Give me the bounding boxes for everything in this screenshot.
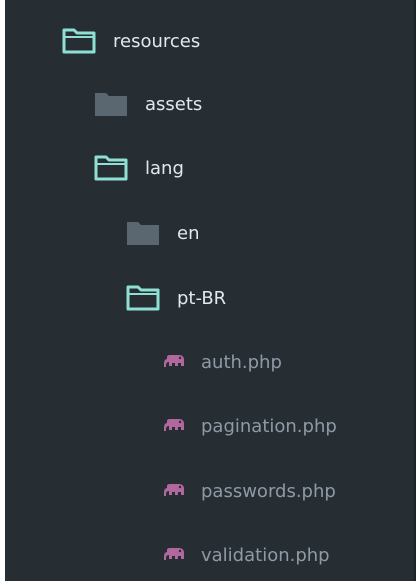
tree-item-label: assets [145, 93, 203, 115]
folder-closed-icon [93, 91, 129, 117]
tree-item-label: en [177, 222, 200, 244]
folder-closed-icon [125, 220, 161, 246]
file-tree: resources assets lang en pt-BR auth.php … [5, 0, 416, 581]
tree-file-pagination-php[interactable]: pagination.php [5, 406, 414, 446]
tree-item-label: resources [113, 30, 201, 52]
tree-item-label: auth.php [201, 351, 282, 373]
php-elephant-icon [162, 547, 188, 563]
tree-file-auth-php[interactable]: auth.php [5, 342, 414, 382]
folder-open-icon [61, 28, 97, 54]
tree-folder-assets[interactable]: assets [5, 84, 414, 124]
php-elephant-icon [162, 354, 188, 370]
tree-item-label: lang [145, 157, 184, 179]
php-elephant-icon [162, 418, 188, 434]
tree-file-passwords-php[interactable]: passwords.php [5, 471, 414, 511]
tree-folder-pt-br[interactable]: pt-BR [5, 278, 414, 318]
tree-item-label: pt-BR [177, 287, 227, 309]
tree-item-label: pagination.php [201, 415, 337, 437]
folder-open-icon [125, 285, 161, 311]
tree-item-label: validation.php [201, 544, 330, 566]
php-elephant-icon [162, 483, 188, 499]
tree-file-validation-php[interactable]: validation.php [5, 535, 414, 575]
tree-folder-lang[interactable]: lang [5, 148, 414, 188]
tree-item-label: passwords.php [201, 480, 336, 502]
folder-open-icon [93, 155, 129, 181]
tree-folder-resources[interactable]: resources [5, 21, 414, 61]
tree-folder-en[interactable]: en [5, 213, 414, 253]
